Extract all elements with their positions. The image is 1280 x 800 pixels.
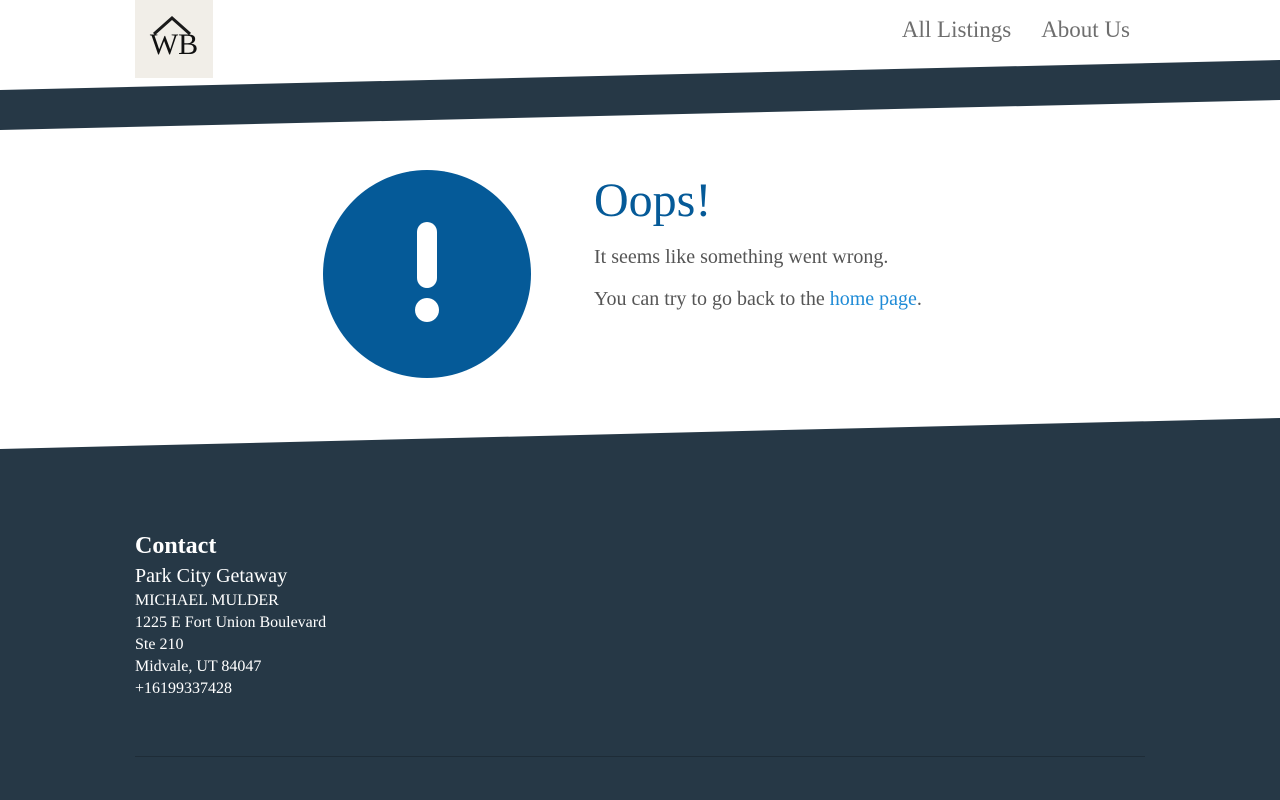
contact-phone: +16199337428: [135, 680, 233, 697]
logo-text: WB: [150, 28, 198, 61]
footer-contact: Contact Park City Getaway MICHAEL MULDER…: [135, 530, 1145, 700]
address-city: Midvale, UT 84047: [135, 658, 262, 675]
error-section: Oops! It seems like something went wrong…: [0, 140, 1280, 410]
error-message: Oops! It seems like something went wrong…: [594, 173, 1154, 312]
exclamation-circle-icon: [323, 170, 531, 378]
contact-name: MICHAEL MULDER: [135, 592, 279, 609]
error-text: It seems like something went wrong.: [594, 246, 889, 268]
back-suffix: .: [916, 288, 922, 310]
footer-divider: [135, 756, 1145, 757]
nav-all-listings[interactable]: All Listings: [902, 14, 1011, 46]
address-line-1: 1225 E Fort Union Boulevard: [135, 614, 327, 631]
address-line-2: Ste 210: [135, 636, 184, 653]
header-band: [0, 60, 1280, 130]
business-name: Park City Getaway: [135, 565, 288, 587]
home-page-link[interactable]: home page: [830, 288, 917, 310]
back-text: You can try to go back to the home page.: [594, 286, 1154, 312]
logo-mark: WB: [150, 15, 198, 61]
error-title: Oops!: [594, 174, 712, 227]
site-header: WB All Listings About Us: [0, 0, 1280, 130]
contact-heading: Contact: [135, 533, 217, 559]
main-nav: All Listings About Us: [902, 14, 1130, 46]
back-prefix: You can try to go back to the: [594, 288, 830, 310]
nav-about-us[interactable]: About Us: [1041, 14, 1130, 46]
